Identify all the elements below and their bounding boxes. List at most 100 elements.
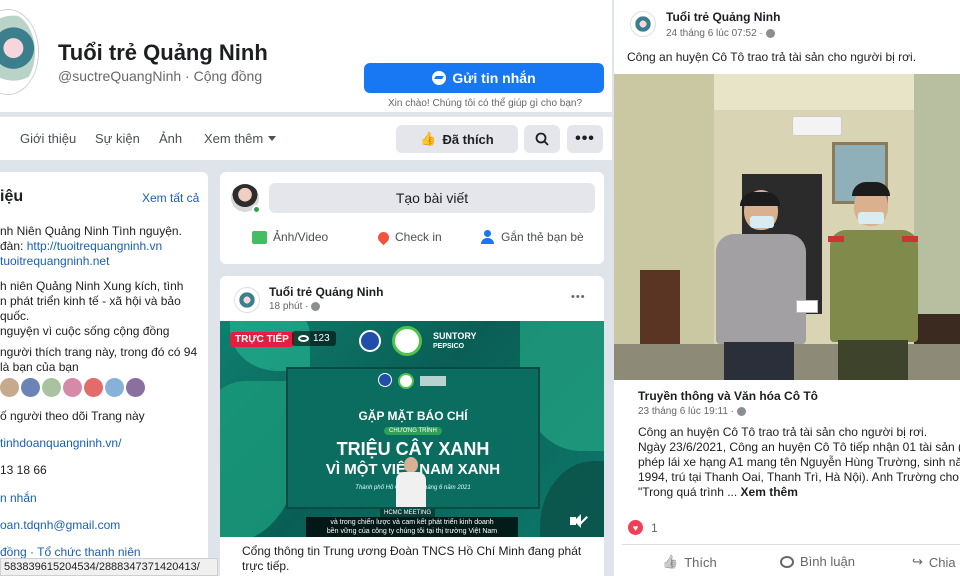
page-title: Tuổi trẻ Quảng Ninh	[58, 40, 268, 65]
send-message-label: Gửi tin nhắn	[452, 70, 536, 86]
friend-avatar[interactable]	[126, 378, 145, 397]
screen-title: GẶP MẶT BÁO CHÍ	[358, 409, 468, 423]
reaction-summary[interactable]: ♥ 1	[628, 520, 658, 535]
speaker-figure	[396, 457, 426, 507]
messenger-icon	[432, 71, 447, 85]
intro-link[interactable]: tuoitrequangninh.net	[0, 254, 205, 269]
volume-muted-icon[interactable]	[570, 513, 588, 529]
tab-about[interactable]: Giới thiệu	[20, 131, 76, 146]
tag-friends-button[interactable]: Gắn thẻ bạn bè	[481, 230, 584, 244]
live-video-player[interactable]: SUNTORY PEPSICO TRỰC TIẾP 123 GẶP MẶT BÁ…	[220, 321, 604, 537]
post-author-avatar[interactable]	[234, 287, 260, 313]
eye-icon	[298, 335, 309, 342]
action-divider	[622, 544, 960, 545]
post2-photo[interactable]	[614, 74, 960, 380]
screen-logo-row	[378, 373, 446, 389]
post2-author-name[interactable]: Tuổi trẻ Quảng Ninh	[666, 10, 780, 24]
photo-ceiling	[714, 74, 914, 110]
site-link[interactable]: tinhdoanquangninh.vn/	[0, 436, 121, 450]
shared-text-line: Ngày 23/6/2021, Công an huyện Cô Tô tiếp…	[638, 440, 960, 454]
comment-button[interactable]: Bình luận	[780, 554, 855, 569]
globe-icon	[765, 29, 775, 38]
category-line[interactable]: đồng · Tổ chức thanh niên	[0, 545, 141, 559]
globe-icon	[737, 407, 746, 416]
shared-time-label: 23 tháng 6 lúc 19:11 ·	[638, 406, 734, 417]
viewer-count-value: 123	[313, 333, 330, 344]
see-all-link[interactable]: Xem tất cả	[142, 191, 199, 205]
create-post-label: Tạo bài viết	[395, 190, 469, 206]
share-label: Chia	[928, 554, 956, 570]
phone-number: 13 18 66	[0, 463, 47, 477]
handed-document	[796, 300, 818, 313]
online-dot	[252, 205, 261, 214]
intro-line: n phát triển kinh tế - xã hội và bảo	[0, 294, 181, 308]
post-time-label: 18 phút ·	[269, 301, 309, 312]
friends-like-line: là bạn của bạn	[0, 360, 79, 374]
pepsico-logo: PEPSICO	[433, 343, 465, 350]
see-more-link[interactable]: Xem thêm	[741, 485, 798, 499]
intro-text: nh Niên Quảng Ninh Tình nguyện. đàn: htt…	[0, 224, 205, 375]
liked-button[interactable]: 👍 Đã thích	[396, 125, 518, 153]
intro-line: quốc.	[0, 309, 30, 323]
ellipsis-icon: •••	[575, 130, 595, 147]
youth-union-logo	[359, 330, 381, 352]
person-officer	[828, 180, 920, 380]
friend-avatar[interactable]	[84, 378, 103, 397]
friend-avatar[interactable]	[42, 378, 61, 397]
friend-avatar[interactable]	[21, 378, 40, 397]
check-in-button[interactable]: Check in	[375, 229, 442, 245]
send-message-button[interactable]: Gửi tin nhắn	[364, 63, 604, 93]
like-label: Thích	[684, 554, 717, 570]
search-icon	[535, 132, 549, 146]
viewer-count: 123	[292, 331, 336, 346]
location-pin-icon	[375, 229, 392, 245]
create-post-button[interactable]: Tạo bài viết	[269, 183, 595, 213]
post2-text: Công an huyện Cô Tô trao trả tài sản cho…	[627, 50, 917, 64]
reaction-count: 1	[651, 520, 658, 535]
send-message-link[interactable]: n nhắn	[0, 491, 37, 505]
shared-time: 23 tháng 6 lúc 19:11 ·	[638, 406, 746, 417]
share-button[interactable]: ↪ Chia	[912, 554, 956, 570]
video-subtitle: và trong chiến lược và cam kết phát triể…	[306, 517, 518, 537]
campaign-logo	[392, 326, 422, 356]
screen-program: CHƯƠNG TRÌNH	[384, 427, 442, 435]
message-hint: Xin chào! Chúng tôi có thể giúp gì cho b…	[388, 98, 583, 109]
tag-friends-label: Gắn thẻ bạn bè	[501, 230, 584, 244]
comment-label: Bình luận	[800, 554, 855, 569]
live-badge: TRỰC TIẾP	[230, 332, 294, 347]
status-url-bar: 5838396152045​34/2888347371420413/	[0, 558, 218, 576]
comment-icon	[780, 555, 794, 568]
likes-count-line: người thích trang này, trong đó có 94	[0, 345, 198, 359]
intro-title: iệu	[0, 188, 24, 205]
search-button[interactable]	[524, 125, 560, 153]
subtitle-line: bền vững của công ty chúng tôi tại thị t…	[326, 528, 498, 535]
intro-line: nguyện vì cuộc sống cộng đồng	[0, 324, 170, 338]
page-nav	[0, 116, 612, 160]
post-author-name[interactable]: Tuổi trẻ Quảng Ninh	[269, 285, 383, 299]
website-link[interactable]: http://tuoitrequangninh.vn	[27, 239, 162, 253]
subtitle-line: và trong chiến lược và cam kết phát triể…	[330, 519, 494, 526]
friend-avatar[interactable]	[0, 378, 19, 397]
friend-avatars[interactable]	[0, 378, 145, 397]
post2-time: 24 tháng 6 lúc 07:52 ·	[666, 28, 775, 39]
post2-author-avatar[interactable]	[630, 11, 656, 37]
like-icon: 👍	[662, 554, 679, 569]
tab-more[interactable]: Xem thêm	[204, 131, 277, 146]
intro-line: nh Niên Quảng Ninh Tình nguyện.	[0, 224, 182, 238]
caret-down-icon	[268, 136, 277, 141]
tab-photos[interactable]: Ảnh	[159, 131, 182, 146]
friend-avatar[interactable]	[105, 378, 124, 397]
shared-text-line: Công an huyện Cô Tô trao trả tài sản cho…	[638, 425, 928, 439]
air-conditioner	[792, 116, 842, 136]
more-options-button[interactable]: •••	[567, 125, 603, 153]
person-civilian	[712, 190, 808, 380]
tab-more-label: Xem thêm	[204, 131, 264, 146]
photo-video-button[interactable]: Ảnh/Video	[252, 230, 328, 244]
friend-avatar[interactable]	[63, 378, 82, 397]
shared-author-name[interactable]: Truyền thông và Văn hóa Cô Tô	[638, 389, 818, 403]
email-link[interactable]: oan.tdqnh@gmail.com	[0, 518, 120, 532]
post-options-icon[interactable]: •••	[571, 291, 586, 303]
shared-text-line: phép lái xe hạng A1 mang tên Nguyễn Hùng…	[638, 455, 960, 469]
tab-events[interactable]: Sự kiện	[95, 131, 140, 146]
like-button[interactable]: 👍 Thích	[662, 554, 717, 570]
